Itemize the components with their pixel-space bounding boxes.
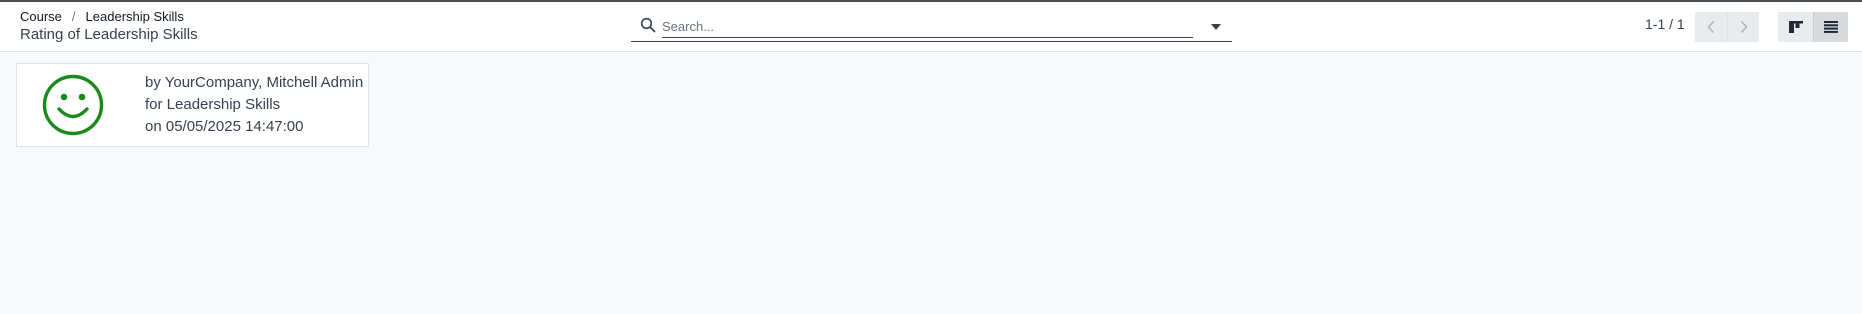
kanban-icon xyxy=(1788,21,1803,33)
chevron-right-icon xyxy=(1740,20,1748,34)
rating-date: on 05/05/2025 14:47:00 xyxy=(145,118,304,135)
breadcrumb: Course / Leadership Skills xyxy=(20,9,184,24)
rating-card[interactable]: by YourCompany, Mitchell Admin for Leade… xyxy=(16,63,369,147)
list-view-button[interactable] xyxy=(1813,12,1848,42)
control-panel: Course / Leadership Skills Rating of Lea… xyxy=(0,2,1862,52)
caret-down-icon xyxy=(1211,24,1221,30)
rating-target: for Leadership Skills xyxy=(145,96,281,113)
search-bar xyxy=(631,10,1232,42)
view-switcher xyxy=(1778,12,1848,42)
pager-buttons xyxy=(1695,12,1759,42)
smiley-icon xyxy=(42,74,104,136)
chevron-left-icon xyxy=(1707,20,1715,34)
pager-previous-button[interactable] xyxy=(1695,12,1727,42)
rating-author: by YourCompany, Mitchell Admin xyxy=(145,74,364,91)
breadcrumb-item-course[interactable]: Course xyxy=(20,9,62,24)
page-title: Rating of Leadership Skills xyxy=(20,26,198,43)
search-icon xyxy=(640,17,656,33)
pager-value[interactable]: 1-1 / 1 xyxy=(1645,16,1685,32)
search-input[interactable] xyxy=(662,16,1193,38)
rating-details: by YourCompany, Mitchell Admin for Leade… xyxy=(145,72,367,138)
breadcrumb-item-leadership-skills[interactable]: Leadership Skills xyxy=(86,9,184,24)
breadcrumb-separator: / xyxy=(71,9,76,24)
kanban-view-button[interactable] xyxy=(1778,12,1813,42)
search-options-toggle[interactable] xyxy=(1204,16,1228,38)
list-icon xyxy=(1824,21,1838,33)
pager-next-button[interactable] xyxy=(1727,12,1759,42)
